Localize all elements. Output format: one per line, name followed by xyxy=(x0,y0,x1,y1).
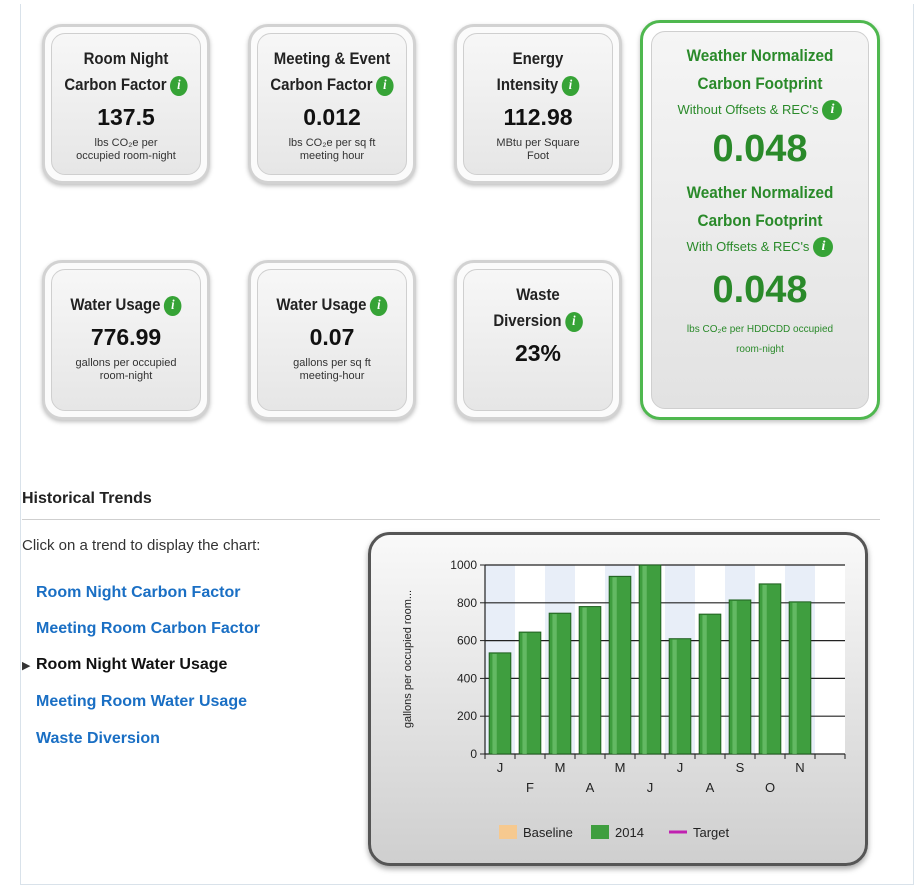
metric-unit: gallons per occupied xyxy=(75,357,177,369)
info-icon[interactable]: i xyxy=(369,296,388,316)
metric-value: 23% xyxy=(514,340,562,366)
weather-value: 0.048 xyxy=(712,128,808,170)
metric-unit: room-night xyxy=(99,370,153,382)
bar-highlight xyxy=(792,602,797,754)
metric-value: 0.012 xyxy=(303,104,361,130)
y-tick-label: 600 xyxy=(457,634,477,648)
info-icon[interactable]: i xyxy=(170,76,188,96)
metric-card-waste-diversion: Waste Diversion i 23% xyxy=(454,260,622,420)
metric-card-energy-intensity: Energy Intensity i 112.98 MBtu per Square F… xyxy=(454,24,622,184)
metric-unit: MBtu per Square xyxy=(496,137,580,149)
metric-title: Energy xyxy=(512,49,564,68)
legend-label: 2014 xyxy=(615,825,644,840)
metric-title: Waste xyxy=(516,285,560,304)
x-tick-label: M xyxy=(555,760,566,775)
x-tick-label: J xyxy=(677,760,684,775)
metric-unit: lbs CO₂e per sq ft xyxy=(288,137,376,149)
metric-title: Diversion xyxy=(493,311,562,330)
bar-highlight xyxy=(702,615,707,754)
x-tick-label: A xyxy=(706,780,715,795)
info-icon[interactable]: i xyxy=(163,296,182,316)
trend-link-waste-diversion[interactable]: Waste Diversion xyxy=(36,730,160,748)
metric-card-meeting-event-carbon: Meeting & Event Carbon Factor i 0.012 lbs … xyxy=(248,24,416,184)
weather-subtitle: Without Offsets & REC's xyxy=(677,102,819,117)
metric-title: Carbon Factor xyxy=(64,75,167,94)
trend-chart-card: 0 200 400 600 800 1000 J M M J S N F A J A Ogallons per … xyxy=(368,532,868,866)
legend-label: Target xyxy=(693,825,730,840)
x-tick-label: F xyxy=(526,780,534,795)
x-tick-label: O xyxy=(765,780,775,795)
metric-title: Meeting & Event xyxy=(273,49,391,68)
metric-value: 0.07 xyxy=(309,324,355,350)
trend-link-meeting-room-carbon[interactable]: Meeting Room Carbon Factor xyxy=(36,620,260,638)
weather-title: Weather Normalized xyxy=(686,183,834,202)
weather-title: Carbon Footprint xyxy=(697,211,823,230)
metric-title: Water Usage xyxy=(276,295,367,314)
x-tick-label: J xyxy=(497,760,504,775)
x-tick-label: A xyxy=(586,780,595,795)
metric-title: Room Night xyxy=(83,49,169,68)
weather-unit: room-night xyxy=(736,344,784,355)
metric-card-water-usage-meeting: Water Usage i 0.07 gallons per sq ft meeti… xyxy=(248,260,416,420)
weather-title: Carbon Footprint xyxy=(697,74,823,93)
selected-arrow-icon: ▶ xyxy=(22,660,31,672)
y-tick-label: 1000 xyxy=(450,558,477,572)
x-tick-label: M xyxy=(615,760,626,775)
metric-unit: meeting-hour xyxy=(299,370,365,382)
weather-title: Weather Normalized xyxy=(686,46,834,65)
x-tick-label: N xyxy=(795,760,804,775)
info-icon[interactable]: i xyxy=(565,312,583,332)
info-icon[interactable]: i xyxy=(813,237,834,257)
legend-swatch xyxy=(499,825,517,839)
weather-normalized-card: Weather Normalized Carbon Footprint Witho… xyxy=(640,20,880,420)
legend-label: Baseline xyxy=(523,825,573,840)
bar-highlight xyxy=(672,639,677,754)
bar-highlight xyxy=(552,614,557,754)
y-axis-label: gallons per occupied room... xyxy=(402,590,414,728)
bar-highlight xyxy=(492,653,497,754)
metric-value: 112.98 xyxy=(503,104,573,130)
divider xyxy=(22,519,880,520)
historical-trends-heading: Historical Trends xyxy=(22,490,152,507)
metric-unit: gallons per sq ft xyxy=(293,357,371,369)
metric-value: 137.5 xyxy=(97,104,155,130)
info-icon[interactable]: i xyxy=(376,76,394,96)
metric-title: Intensity xyxy=(496,75,559,94)
metric-unit: lbs CO₂e per xyxy=(94,137,158,149)
y-tick-label: 800 xyxy=(457,596,477,610)
bar-highlight xyxy=(582,607,587,754)
metric-title: Carbon Factor xyxy=(270,75,373,94)
trend-prompt: Click on a trend to display the chart: xyxy=(22,537,261,554)
y-tick-label: 400 xyxy=(457,671,477,685)
weather-value: 0.048 xyxy=(712,269,808,311)
y-tick-label: 200 xyxy=(457,709,477,723)
metric-unit: Foot xyxy=(526,150,549,162)
bar-highlight xyxy=(762,584,767,754)
y-tick-label: 0 xyxy=(470,747,477,761)
x-tick-label: J xyxy=(647,780,654,795)
bar-highlight xyxy=(522,633,527,754)
trend-link-meeting-room-water[interactable]: Meeting Room Water Usage xyxy=(36,693,247,711)
info-icon[interactable]: i xyxy=(561,76,580,96)
bar-highlight xyxy=(732,600,737,754)
metric-title: Water Usage xyxy=(70,295,161,314)
metric-unit: occupied room-night xyxy=(76,150,176,162)
trend-link-room-night-water[interactable]: Room Night Water Usage xyxy=(36,656,227,674)
metric-unit: meeting hour xyxy=(299,150,365,162)
metric-card-room-night-carbon: Room Night Carbon Factor i 137.5 lbs CO₂e … xyxy=(42,24,210,184)
bar-highlight xyxy=(642,566,647,754)
trend-link-room-night-carbon[interactable]: Room Night Carbon Factor xyxy=(36,584,240,602)
weather-subtitle: With Offsets & REC's xyxy=(686,239,810,254)
metric-card-water-usage-room: Water Usage i 776.99 gallons per occupied… xyxy=(42,260,210,420)
metric-value: 776.99 xyxy=(90,324,162,350)
info-icon[interactable]: i xyxy=(822,100,843,120)
weather-unit: lbs CO₂e per HDDCDD occupied xyxy=(686,324,834,335)
trend-chart: 0 200 400 600 800 1000 J M M J S N F A J A Ogallons per … xyxy=(402,558,846,840)
x-tick-label: S xyxy=(736,760,745,775)
bar-highlight xyxy=(612,577,617,754)
legend-swatch xyxy=(591,825,609,839)
